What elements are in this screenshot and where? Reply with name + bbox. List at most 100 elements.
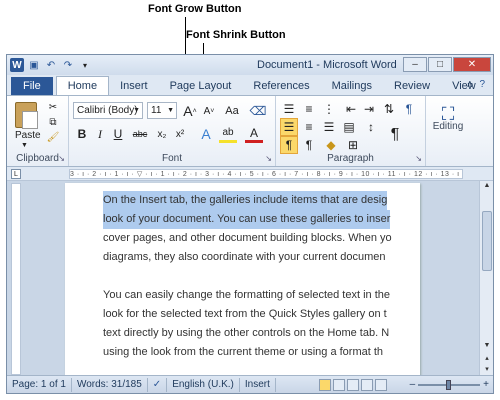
scroll-thumb[interactable] <box>482 211 492 271</box>
format-painter-icon[interactable]: 🖌 <box>45 132 61 144</box>
paragraph-launcher-icon[interactable]: ↘ <box>415 154 422 163</box>
multilevel-list-icon[interactable]: ⋮ <box>320 100 338 118</box>
minimize-ribbon-icon[interactable]: ∧ <box>466 79 473 90</box>
rtl-direction-icon[interactable]: ¶ <box>300 136 318 154</box>
previous-page-icon[interactable]: ▴ <box>481 354 493 365</box>
ltr-direction-icon[interactable]: ¶ <box>280 136 298 154</box>
word-logo-icon[interactable]: W <box>10 58 24 72</box>
redo-icon[interactable]: ↷ <box>61 58 75 72</box>
clear-formatting-icon[interactable]: ⌫ <box>249 102 267 120</box>
paragraph-mark-icon[interactable]: ¶ <box>386 126 404 144</box>
document-line[interactable]: using the look from the current theme or… <box>103 343 383 362</box>
borders-icon[interactable]: ⊞ <box>344 136 362 154</box>
full-screen-icon[interactable] <box>333 379 345 391</box>
horizontal-ruler[interactable]: 3 · ı · 2 · ı · 1 · ı · ▽ · ı · 1 · ı · … <box>69 169 463 179</box>
document-line[interactable]: diagrams, they also coordinate with your… <box>103 248 385 267</box>
superscript-button[interactable]: x² <box>171 125 189 143</box>
shading-icon[interactable]: ◆ <box>322 136 340 154</box>
page-count[interactable]: Page: 1 of 1 <box>7 377 72 392</box>
change-case-button[interactable]: Aa <box>221 102 243 120</box>
font-shrink-button[interactable]: A ˅ <box>200 102 218 120</box>
font-shrink-label: A <box>203 105 211 117</box>
word-count[interactable]: Words: 31/185 <box>72 377 148 392</box>
cut-icon[interactable]: ✂ <box>45 102 61 114</box>
font-launcher-icon[interactable]: ↘ <box>265 154 272 163</box>
italic-button[interactable]: I <box>91 125 109 143</box>
numbering-icon[interactable]: ≡ <box>300 100 318 118</box>
font-color-button[interactable]: A <box>245 125 263 143</box>
proofing-icon[interactable]: ✓ <box>148 377 168 392</box>
underline-button[interactable]: U <box>109 125 127 143</box>
bold-button[interactable]: B <box>73 125 91 143</box>
document-line[interactable]: text directly by using the other control… <box>103 324 389 343</box>
increase-indent-icon[interactable]: ⇥ <box>360 100 378 118</box>
bullets-icon[interactable]: ☰ <box>280 100 298 118</box>
font-grow-button[interactable]: A ˄ <box>181 102 199 120</box>
scroll-down-icon[interactable]: ▼ <box>481 342 493 353</box>
tab-page-layout[interactable]: Page Layout <box>159 77 243 95</box>
paste-icon[interactable] <box>15 102 38 129</box>
insert-mode[interactable]: Insert <box>240 377 276 392</box>
print-layout-icon[interactable] <box>319 379 331 391</box>
change-case-label: Aa <box>225 105 239 117</box>
zoom-slider-knob[interactable] <box>446 379 452 390</box>
ribbon-tabs: File Home Insert Page Layout References … <box>7 75 493 95</box>
tab-review[interactable]: Review <box>383 77 441 95</box>
font-size-select[interactable]: 11 ▼ <box>147 102 177 119</box>
chevron-down-icon: ▼ <box>133 107 140 114</box>
vertical-scrollbar[interactable]: ▲ ▼ ▴ ▾ <box>479 181 493 377</box>
tab-mailings[interactable]: Mailings <box>321 77 383 95</box>
tab-selector-icon[interactable]: L <box>11 169 21 179</box>
justify-icon[interactable]: ▤ <box>340 118 358 136</box>
font-size-value: 11 <box>151 105 162 116</box>
zoom-in-button[interactable]: + <box>483 379 489 390</box>
zoom-slider[interactable] <box>418 379 481 390</box>
paste-dropdown-icon[interactable]: ▼ <box>21 142 28 149</box>
font-name-select[interactable]: Calibri (Body) ▼ <box>73 102 143 119</box>
close-button[interactable]: ✕ <box>453 57 491 72</box>
highlight-button[interactable]: ab <box>219 125 237 143</box>
web-layout-icon[interactable] <box>347 379 359 391</box>
undo-icon[interactable]: ↶ <box>44 58 58 72</box>
paste-button-label[interactable]: Paste <box>15 130 41 141</box>
maximize-button[interactable]: □ <box>428 57 452 72</box>
decrease-indent-icon[interactable]: ⇤ <box>342 100 360 118</box>
document-line[interactable]: You can easily change the formatting of … <box>103 286 390 305</box>
align-right-icon[interactable]: ☰ <box>320 118 338 136</box>
document-line[interactable]: On the Insert tab, the galleries include… <box>103 191 388 210</box>
align-left-icon[interactable]: ☰ <box>280 118 298 136</box>
word-window: W ▣ ↶ ↷ ▾ Document1 - Microsoft Word – □… <box>6 54 494 394</box>
vertical-ruler <box>11 183 21 375</box>
clipboard-launcher-icon[interactable]: ↘ <box>58 154 65 163</box>
line-spacing-icon[interactable]: ↕ <box>362 118 380 136</box>
customize-toolbar-icon[interactable]: ▾ <box>78 58 92 72</box>
show-formatting-marks-icon[interactable]: ¶ <box>400 100 418 118</box>
align-center-icon[interactable]: ≡ <box>300 118 318 136</box>
tab-file[interactable]: File <box>11 77 53 95</box>
ruler-row: L 3 · ı · 2 · ı · 1 · ı · ▽ · ı · 1 · ı … <box>7 167 493 181</box>
tab-references[interactable]: References <box>242 77 320 95</box>
editing-label[interactable]: Editing <box>426 121 470 132</box>
font-grow-label: A <box>183 103 193 119</box>
tab-insert[interactable]: Insert <box>109 77 159 95</box>
text-effects-button[interactable]: A <box>197 125 215 143</box>
save-icon[interactable]: ▣ <box>27 58 41 72</box>
draft-icon[interactable] <box>375 379 387 391</box>
help-icon[interactable]: ? <box>479 79 485 90</box>
font-name-value: Calibri (Body) <box>77 105 138 116</box>
sort-icon[interactable]: ⇅ <box>380 100 398 118</box>
document-line[interactable]: look for the selected text from the Quic… <box>103 305 387 324</box>
document-line[interactable]: look of your document. You can use these… <box>103 210 391 229</box>
scroll-up-icon[interactable]: ▲ <box>481 182 493 193</box>
title-bar: W ▣ ↶ ↷ ▾ Document1 - Microsoft Word – □… <box>7 55 493 75</box>
strikethrough-button[interactable]: abc <box>129 125 151 143</box>
paragraph-group: ☰ ≡ ⋮ ⇤ ⇥ ⇅ ¶ ☰ ≡ ☰ ▤ ↕ ¶ ¶ ◆ ⊞ ¶ Paragr… <box>276 96 426 166</box>
tab-home[interactable]: Home <box>55 76 110 95</box>
zoom-out-button[interactable]: – <box>410 379 416 390</box>
document-line[interactable]: cover pages, and other document building… <box>103 229 392 248</box>
subscript-button[interactable]: x₂ <box>153 125 171 143</box>
outline-icon[interactable] <box>361 379 373 391</box>
copy-icon[interactable]: ⧉ <box>45 117 61 129</box>
language-indicator[interactable]: English (U.K.) <box>167 377 240 392</box>
minimize-button[interactable]: – <box>403 57 427 72</box>
